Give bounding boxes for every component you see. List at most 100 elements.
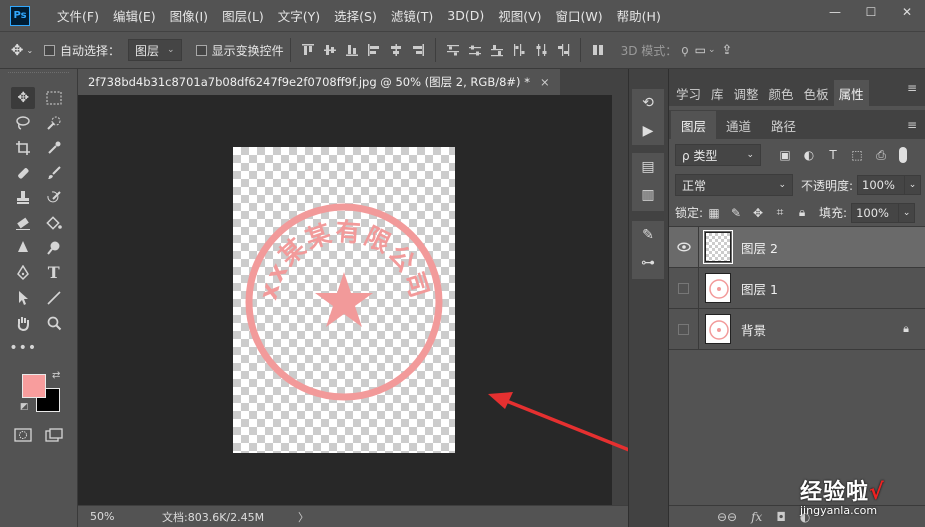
lock-icon[interactable]: 🔒︎ xyxy=(903,322,909,336)
distribute-hcenter-icon[interactable] xyxy=(530,39,552,61)
blur-tool-icon[interactable] xyxy=(11,237,35,259)
tab-channels[interactable]: 通道 xyxy=(716,111,761,139)
distribute-bottom-icon[interactable] xyxy=(486,39,508,61)
eyedropper-tool-icon[interactable] xyxy=(42,137,66,159)
status-more-icon[interactable]: 〉 xyxy=(298,509,309,525)
eraser-tool-icon[interactable] xyxy=(11,212,35,234)
menu-view[interactable]: 视图(V) xyxy=(491,6,548,25)
menu-file[interactable]: 文件(F) xyxy=(50,6,106,25)
distribute-vcenter-icon[interactable] xyxy=(464,39,486,61)
layer-row-background[interactable]: 背景 🔒︎ xyxy=(669,308,925,350)
auto-select-checkbox[interactable] xyxy=(44,44,55,56)
3d-orbit-icon[interactable]: ϙ xyxy=(681,43,688,57)
fill-field[interactable]: 100% xyxy=(851,202,900,223)
smart-object-filter-icon[interactable]: ⎙ xyxy=(869,148,893,163)
align-left-icon[interactable] xyxy=(363,39,385,61)
eye-icon[interactable] xyxy=(669,226,699,268)
distribute-top-icon[interactable] xyxy=(442,39,464,61)
line-tool-icon[interactable] xyxy=(42,287,66,309)
fill-dropdown[interactable]: ⌄ xyxy=(899,202,916,223)
tab-adjustments[interactable]: 调整 xyxy=(729,80,764,106)
lock-transparency-icon[interactable]: ▦ xyxy=(703,206,725,220)
tool-presets-icon[interactable]: ⊶ xyxy=(632,249,664,277)
move-tool-icon[interactable]: ✥ xyxy=(11,86,36,109)
layer-name[interactable]: 图层 2 xyxy=(741,238,778,257)
pen-tool-icon[interactable] xyxy=(11,262,35,284)
lock-pixels-icon[interactable]: ✎ xyxy=(725,206,747,220)
lasso-tool-icon[interactable] xyxy=(11,112,35,134)
properties-panel-icon[interactable]: ▤ xyxy=(632,153,664,181)
marquee-tool-icon[interactable] xyxy=(42,87,66,109)
menu-type[interactable]: 文字(Y) xyxy=(271,6,327,25)
screen-mode-icon[interactable] xyxy=(42,424,66,446)
vertical-scrollbar[interactable] xyxy=(612,95,628,505)
dodge-tool-icon[interactable] xyxy=(42,237,66,259)
menu-help[interactable]: 帮助(H) xyxy=(610,6,668,25)
eye-hidden-icon[interactable] xyxy=(669,308,699,350)
canvas-area[interactable]: xx某某有限公司 xyxy=(78,95,612,505)
healing-brush-tool-icon[interactable] xyxy=(11,162,35,184)
menu-edit[interactable]: 编辑(E) xyxy=(106,6,163,25)
menu-window[interactable]: 窗口(W) xyxy=(549,6,610,25)
distribute-right-icon[interactable] xyxy=(552,39,574,61)
auto-select-target-dropdown[interactable]: 图层 ⌄ xyxy=(128,39,182,61)
menu-layer[interactable]: 图层(L) xyxy=(215,6,271,25)
tab-properties[interactable]: 属性 xyxy=(833,80,869,106)
layers-menu-icon[interactable]: ≡ xyxy=(907,118,917,132)
layer-name[interactable]: 图层 1 xyxy=(741,279,778,298)
lock-position-icon[interactable]: ✥ xyxy=(747,206,769,220)
tab-layers[interactable]: 图层 xyxy=(671,111,717,139)
tab-learn[interactable]: 学习 xyxy=(671,80,706,106)
link-icon[interactable]: ⊖⊖ xyxy=(717,510,737,524)
crop-tool-icon[interactable] xyxy=(11,137,35,159)
default-colors-icon[interactable]: ◩ xyxy=(20,402,29,412)
document-tab[interactable]: 2f738bd4b31c8701a7b08df6247f9e2f0708ff9f… xyxy=(78,69,560,95)
swap-colors-icon[interactable]: ⇄ xyxy=(52,370,60,381)
distribute-left-icon[interactable] xyxy=(508,39,530,61)
align-right-icon[interactable] xyxy=(407,39,429,61)
history-brush-tool-icon[interactable] xyxy=(42,187,66,209)
foreground-color-swatch[interactable] xyxy=(22,374,46,398)
actions-panel-icon[interactable]: ▶ xyxy=(632,117,664,145)
menu-filter[interactable]: 滤镜(T) xyxy=(384,6,440,25)
paint-bucket-tool-icon[interactable] xyxy=(42,212,66,234)
tab-paths[interactable]: 路径 xyxy=(761,111,806,139)
layer-kind-filter[interactable]: ρ 类型 ⌄ xyxy=(675,144,761,166)
history-panel-icon[interactable]: ⟲ xyxy=(632,89,664,117)
shape-filter-icon[interactable]: ⬚ xyxy=(845,148,869,162)
brush-settings-icon[interactable]: ✎ xyxy=(632,221,664,249)
chevron-down-icon[interactable]: ⌄ xyxy=(708,45,716,55)
quick-selection-tool-icon[interactable] xyxy=(42,112,66,134)
share-icon[interactable]: ⇪ xyxy=(722,43,733,58)
move-tool-preset-icon[interactable]: ✥ ⌄ xyxy=(0,41,44,59)
opacity-dropdown[interactable]: ⌄ xyxy=(905,175,922,195)
type-tool-icon[interactable]: T xyxy=(42,262,66,284)
menu-select[interactable]: 选择(S) xyxy=(327,6,384,25)
lock-all-icon[interactable]: 🔒︎ xyxy=(791,205,813,220)
opacity-field[interactable]: 100% xyxy=(857,175,906,195)
filter-toggle[interactable] xyxy=(899,147,907,163)
brush-tool-icon[interactable] xyxy=(42,162,66,184)
tab-color[interactable]: 颜色 xyxy=(764,80,799,106)
minimize-button[interactable]: — xyxy=(817,0,853,24)
panel-menu-icon[interactable]: ≡ xyxy=(907,81,917,95)
layer-row-layer-2[interactable]: 图层 2 xyxy=(669,226,925,268)
more-tools-icon[interactable]: ••• xyxy=(9,337,36,359)
close-document-icon[interactable]: × xyxy=(540,75,550,89)
close-button[interactable]: ✕ xyxy=(889,0,925,24)
workspace-icon[interactable]: ▭ xyxy=(695,43,706,57)
quick-mask-icon[interactable] xyxy=(11,424,35,446)
document-canvas[interactable]: xx某某有限公司 xyxy=(233,147,455,453)
tab-libraries[interactable]: 库 xyxy=(706,80,729,106)
show-transform-checkbox[interactable] xyxy=(195,44,207,56)
type-filter-icon[interactable]: T xyxy=(821,148,845,162)
hand-tool-icon[interactable] xyxy=(11,312,35,334)
zoom-level[interactable]: 50% xyxy=(78,510,140,523)
panel-grip[interactable] xyxy=(8,72,69,82)
align-hcenter-icon[interactable] xyxy=(385,39,407,61)
notes-panel-icon[interactable]: ▥ xyxy=(632,181,664,209)
adjustment-filter-icon[interactable]: ◐ xyxy=(797,148,821,162)
layer-name[interactable]: 背景 xyxy=(741,320,766,339)
align-top-icon[interactable] xyxy=(297,39,319,61)
lock-artboard-icon[interactable]: ⌗ xyxy=(769,205,791,220)
